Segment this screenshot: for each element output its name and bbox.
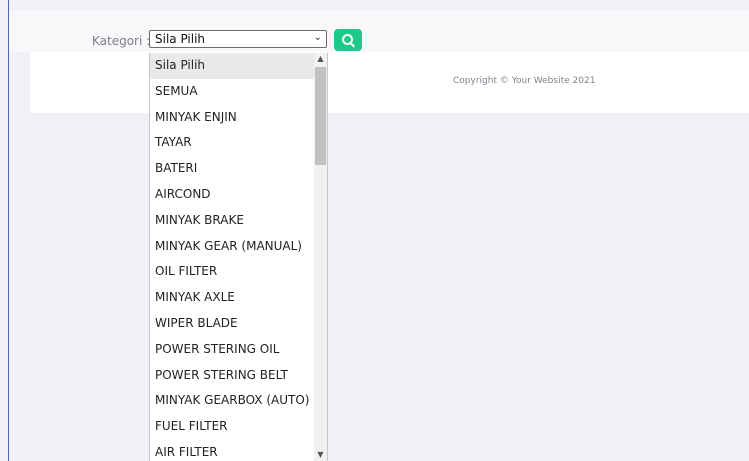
copyright-text: Copyright © Your Website 2021	[453, 76, 596, 86]
dropdown-option[interactable]: POWER STERING OIL	[150, 337, 314, 363]
kategori-select-value: Sila Pilih	[155, 32, 206, 46]
dropdown-option[interactable]: TAYAR	[150, 130, 314, 156]
kategori-dropdown-list[interactable]: Sila Pilih SEMUA MINYAK ENJIN TAYAR BATE…	[149, 53, 328, 461]
search-icon	[342, 34, 353, 45]
dropdown-option[interactable]: MINYAK GEAR (MANUAL)	[150, 234, 314, 260]
dropdown-option[interactable]: WIPER BLADE	[150, 311, 314, 337]
dropdown-option[interactable]: MINYAK AXLE	[150, 285, 314, 311]
footer: Copyright © Your Website 2021	[30, 52, 749, 113]
dropdown-scrollbar[interactable]: ▲ ▼	[314, 53, 327, 461]
scrollbar-thumb[interactable]	[315, 67, 326, 165]
left-rule	[8, 0, 9, 461]
dropdown-option[interactable]: BATERI	[150, 156, 314, 182]
dropdown-option[interactable]: AIR FILTER	[150, 440, 314, 461]
dropdown-option[interactable]: MINYAK GEARBOX (AUTO)	[150, 388, 314, 414]
dropdown-option[interactable]: MINYAK BRAKE	[150, 208, 314, 234]
chevron-down-icon: ⌄	[313, 32, 322, 43]
dropdown-option[interactable]: MINYAK ENJIN	[150, 105, 314, 131]
chevron-down-icon[interactable]: ▼	[314, 449, 327, 461]
page: Kategori : Sila Pilih ⌄ Copyright © Your…	[0, 0, 749, 461]
dropdown-option[interactable]: SEMUA	[150, 79, 314, 105]
kategori-label: Kategori :	[92, 34, 151, 48]
dropdown-option[interactable]: POWER STERING BELT	[150, 363, 314, 389]
chevron-up-icon[interactable]: ▲	[314, 53, 327, 65]
search-button[interactable]	[334, 29, 362, 51]
dropdown-options: Sila Pilih SEMUA MINYAK ENJIN TAYAR BATE…	[150, 53, 314, 461]
dropdown-option[interactable]: FUEL FILTER	[150, 414, 314, 440]
dropdown-option[interactable]: Sila Pilih	[150, 53, 314, 79]
dropdown-option[interactable]: OIL FILTER	[150, 259, 314, 285]
dropdown-option[interactable]: AIRCOND	[150, 182, 314, 208]
kategori-select[interactable]: Sila Pilih ⌄	[149, 30, 327, 48]
